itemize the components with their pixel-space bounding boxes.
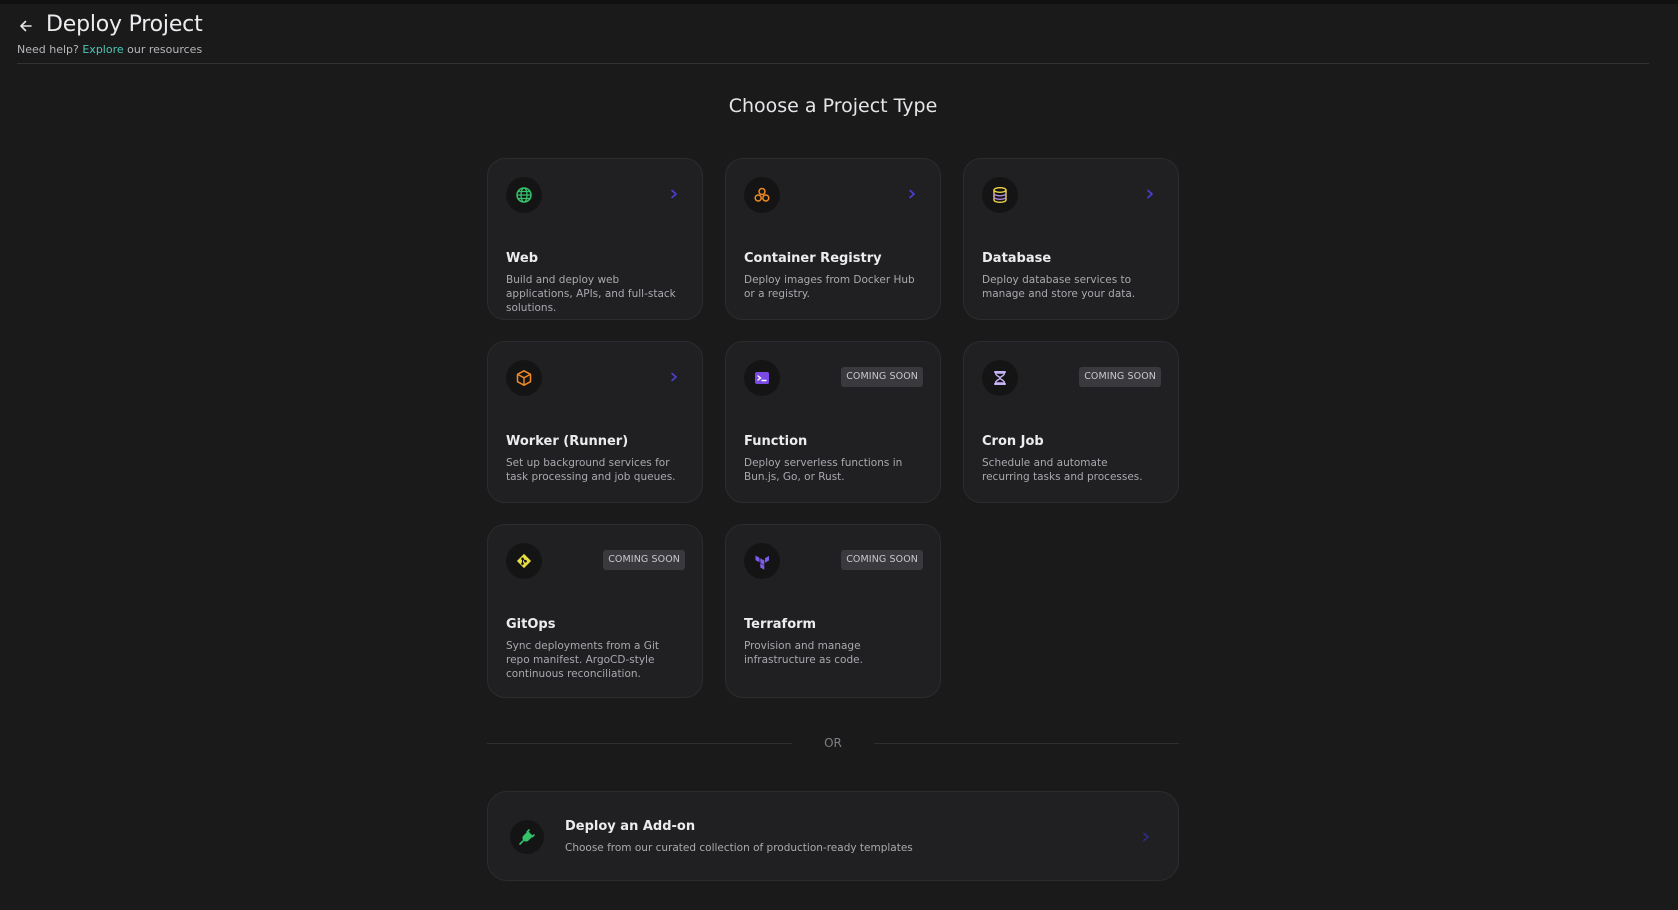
card-description: Schedule and automate recurring tasks an… <box>982 457 1143 483</box>
card-worker-runner[interactable]: Worker (Runner) Set up background servic… <box>487 341 703 503</box>
icon-badge <box>982 360 1018 396</box>
explore-link[interactable]: Explore <box>82 43 123 56</box>
card-description: Provision and manage infrastructure as c… <box>744 640 863 666</box>
card-database[interactable]: Database Deploy database services to man… <box>963 158 1179 320</box>
coming-soon-badge: COMING SOON <box>603 550 685 570</box>
icon-badge <box>506 543 542 579</box>
chevron-right-icon <box>906 188 918 200</box>
card-description: Deploy serverless functions in Bun.js, G… <box>744 457 903 483</box>
card-title: Database <box>982 251 1052 266</box>
containers-icon <box>754 187 770 202</box>
section-title: Choose a Project Type <box>728 95 938 117</box>
chevron-right-icon <box>1140 831 1152 843</box>
addon-title: Deploy an Add-on <box>565 819 696 834</box>
icon-badge <box>744 177 780 213</box>
hourglass-icon <box>994 371 1006 385</box>
card-gitops[interactable]: COMING SOON GitOps Sync deployments from… <box>487 524 703 698</box>
page-title: Deploy Project <box>46 12 203 37</box>
top-bar <box>0 0 1678 4</box>
help-text: Need help? Explore our resources <box>17 43 202 56</box>
terminal-icon <box>755 372 769 384</box>
deploy-addon-card[interactable]: Deploy an Add-on Choose from our curated… <box>487 791 1179 881</box>
card-title: Terraform <box>744 617 817 632</box>
icon-badge <box>982 177 1018 213</box>
icon-badge <box>506 177 542 213</box>
coming-soon-badge: COMING SOON <box>841 550 923 570</box>
card-title: Cron Job <box>982 434 1044 449</box>
chevron-right-icon <box>668 371 680 383</box>
card-description: Build and deploy web applications, APIs,… <box>506 274 676 314</box>
card-function[interactable]: COMING SOON Function Deploy serverless f… <box>725 341 941 503</box>
card-description: Set up background services for task proc… <box>506 457 676 483</box>
coming-soon-badge: COMING SOON <box>1079 367 1161 387</box>
card-title: GitOps <box>506 617 556 632</box>
terraform-icon <box>755 555 769 570</box>
help-suffix: our resources <box>127 43 203 56</box>
database-icon <box>993 187 1007 204</box>
icon-badge <box>744 543 780 579</box>
card-title: Function <box>744 434 808 449</box>
card-container-registry[interactable]: Container Registry Deploy images from Do… <box>725 158 941 320</box>
card-description: Deploy database services to manage and s… <box>982 274 1136 300</box>
card-terraform[interactable]: COMING SOON Terraform Provision and mana… <box>725 524 941 698</box>
card-description: Deploy images from Docker Hub or a regis… <box>744 274 915 300</box>
card-title: Worker (Runner) <box>506 434 629 449</box>
globe-icon <box>516 187 532 203</box>
chevron-right-icon <box>1144 188 1156 200</box>
card-description: Sync deployments from a Git repo manifes… <box>506 640 659 680</box>
plug-icon <box>519 829 535 845</box>
arrow-left-icon <box>20 20 32 32</box>
addon-description: Choose from our curated collection of pr… <box>565 842 913 854</box>
box-icon <box>516 370 532 386</box>
icon-badge <box>744 360 780 396</box>
card-title: Container Registry <box>744 251 882 266</box>
git-icon <box>516 553 532 569</box>
card-cron-job[interactable]: COMING SOON Cron Job Schedule and automa… <box>963 341 1179 503</box>
card-title: Web <box>506 251 538 266</box>
page-header: Deploy Project Need help? Explore our re… <box>17 12 1649 64</box>
icon-badge <box>506 360 542 396</box>
card-web[interactable]: Web Build and deploy web applications, A… <box>487 158 703 320</box>
or-divider: OR <box>487 736 1179 750</box>
help-prefix: Need help? <box>17 43 79 56</box>
back-button[interactable] <box>17 17 35 35</box>
or-label: OR <box>824 736 842 750</box>
chevron-right-icon <box>668 188 680 200</box>
icon-badge <box>510 820 544 854</box>
coming-soon-badge: COMING SOON <box>841 367 923 387</box>
